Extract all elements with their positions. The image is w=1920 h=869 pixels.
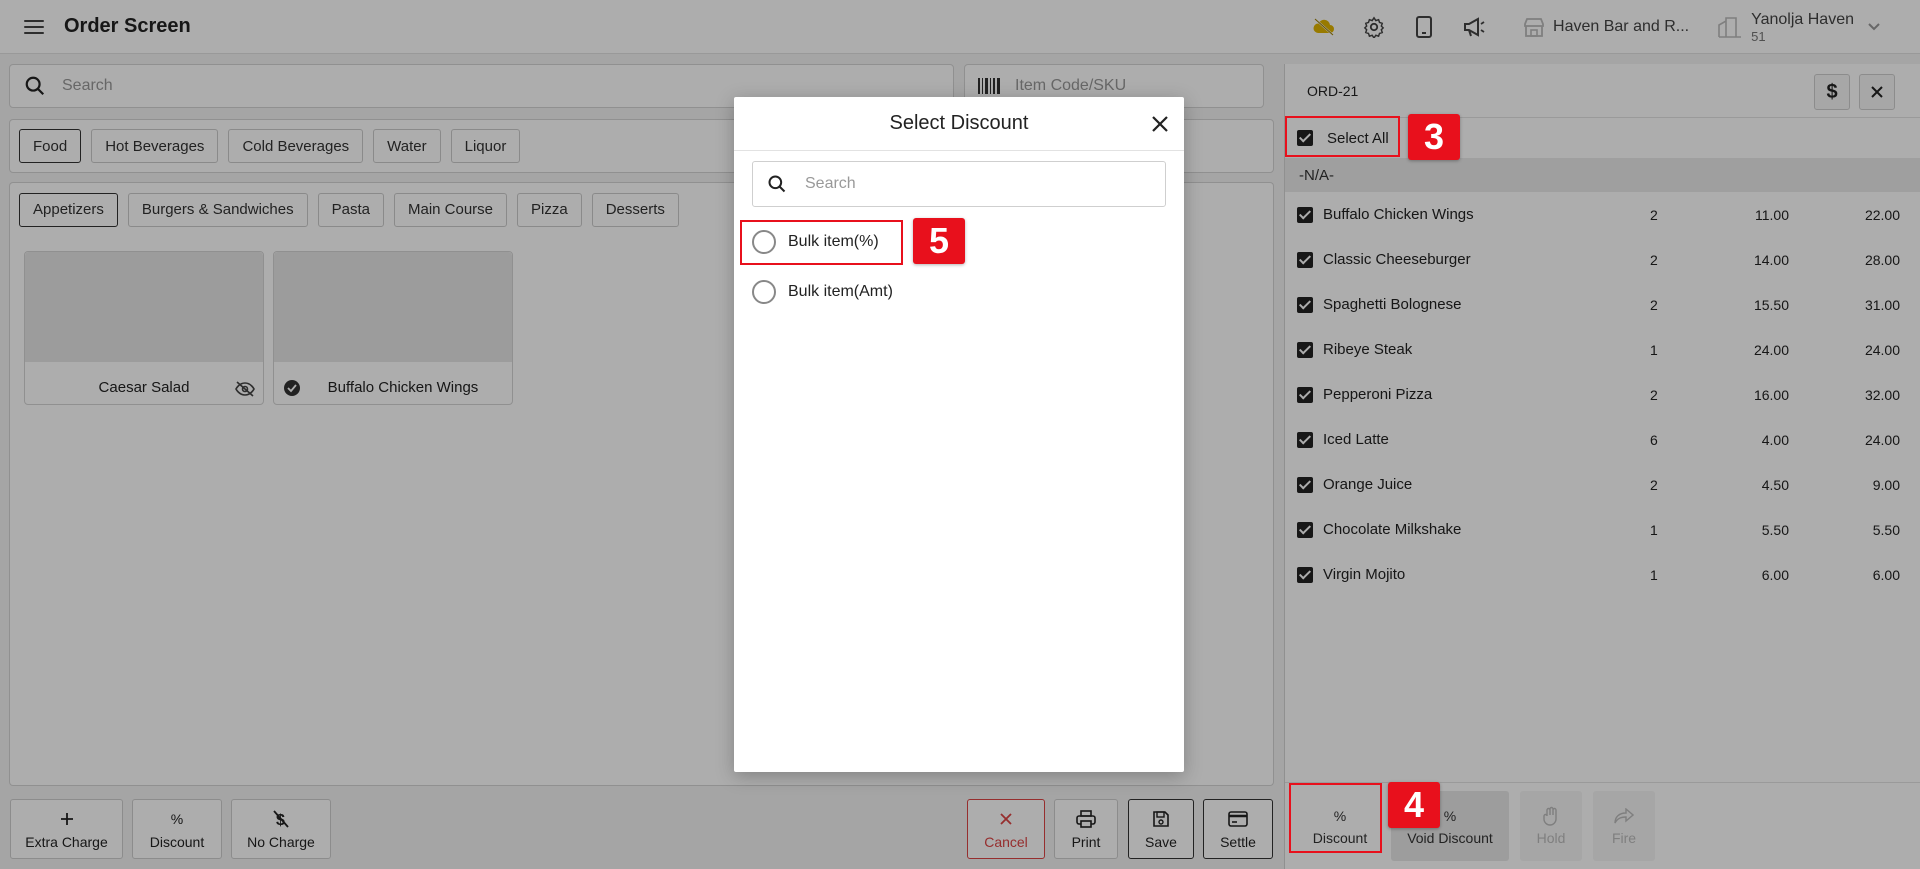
select-discount-modal: Select Discount Search Bulk item(%) Bulk… <box>734 97 1184 772</box>
radio-button[interactable] <box>752 280 776 304</box>
discount-option-bulk-amount[interactable]: Bulk item(Amt) <box>752 277 893 307</box>
discount-search-placeholder: Search <box>805 175 856 192</box>
annotation-badge: 3 <box>1408 114 1460 160</box>
search-icon <box>768 175 786 193</box>
annotation-badge: 5 <box>913 218 965 264</box>
annotation-badge: 4 <box>1388 782 1440 828</box>
close-icon <box>1152 116 1168 132</box>
modal-close-button[interactable] <box>1148 112 1172 136</box>
annotation-highlight-bulk-item <box>740 220 903 265</box>
annotation-highlight-select-all <box>1285 116 1400 157</box>
modal-title: Select Discount <box>889 112 1029 134</box>
annotation-highlight-discount <box>1289 783 1382 853</box>
discount-search-input[interactable]: Search <box>752 161 1166 207</box>
discount-option-label: Bulk item(Amt) <box>788 283 893 300</box>
